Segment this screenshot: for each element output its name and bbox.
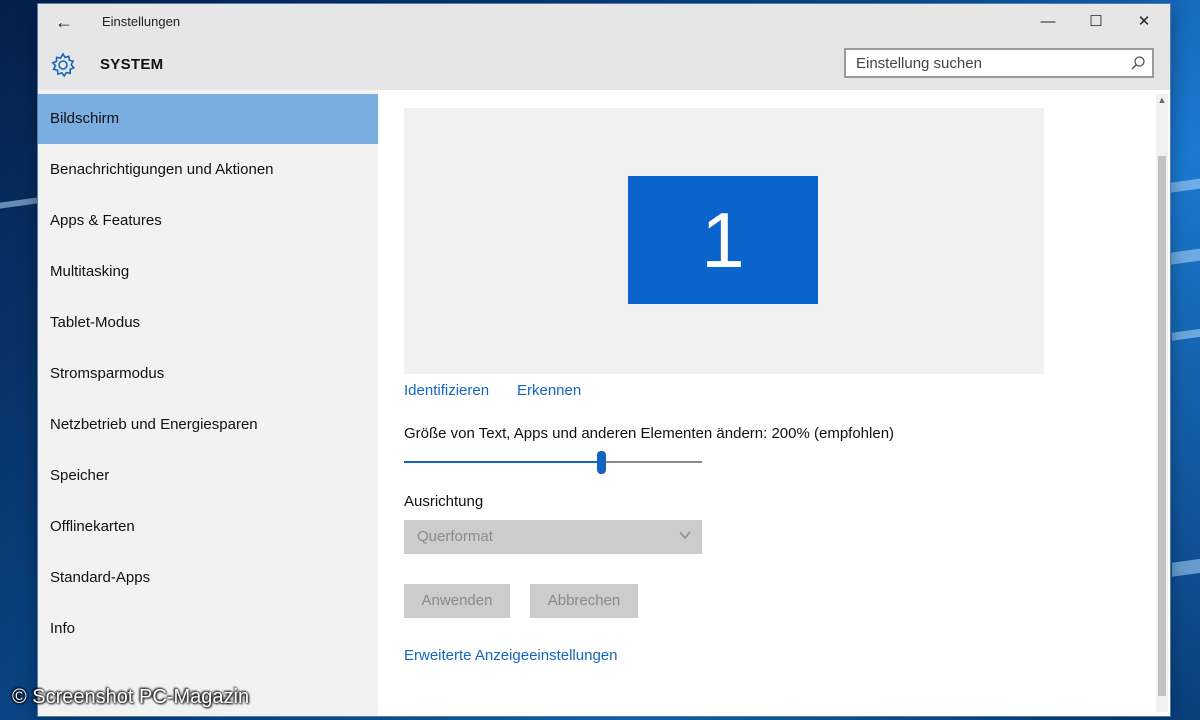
settings-window: ← Einstellungen — ☐ ✕ SYSTEM Einstellung… <box>38 4 1170 716</box>
watermark: © Screenshot PC-Magazin <box>12 686 250 708</box>
gear-icon <box>51 52 76 78</box>
scale-slider-track[interactable] <box>602 461 702 463</box>
sidebar-item-offlinekarten[interactable]: Offlinekarten <box>38 502 378 552</box>
page-header: SYSTEM Einstellung suchen <box>38 40 1170 90</box>
monitor-tile[interactable]: 1 <box>628 176 818 304</box>
chevron-down-icon <box>679 531 691 540</box>
sidebar-item-netzbetrieb[interactable]: Netzbetrieb und Energiesparen <box>38 400 378 450</box>
display-settings-panel: 1 Identifizieren Erkennen Größe von Text… <box>378 90 1170 716</box>
search-placeholder: Einstellung suchen <box>856 55 982 72</box>
sidebar-item-standard-apps[interactable]: Standard-Apps <box>38 553 378 603</box>
scale-slider-thumb[interactable] <box>597 451 606 474</box>
title-bar: ← Einstellungen — ☐ ✕ <box>38 4 1170 40</box>
minimize-button[interactable]: — <box>1024 4 1072 40</box>
sidebar-item-tablet-modus[interactable]: Tablet-Modus <box>38 298 378 348</box>
sidebar-item-bildschirm[interactable]: Bildschirm <box>38 94 378 144</box>
search-icon[interactable] <box>1130 55 1146 71</box>
scrollbar-thumb[interactable] <box>1158 156 1166 696</box>
orientation-value: Querformat <box>417 528 493 545</box>
sidebar-item-multitasking[interactable]: Multitasking <box>38 247 378 297</box>
sidebar-nav: Bildschirm Benachrichtigungen und Aktion… <box>38 90 378 716</box>
vertical-scrollbar[interactable]: ▲ <box>1156 94 1168 712</box>
orientation-label: Ausrichtung <box>404 493 484 510</box>
page-title: SYSTEM <box>100 56 164 73</box>
scale-label: Größe von Text, Apps und anderen Element… <box>404 425 895 442</box>
scroll-up-arrow-icon[interactable]: ▲ <box>1156 94 1168 106</box>
wallpaper-light-streak <box>1170 247 1200 265</box>
wallpaper-light-streak <box>1172 327 1200 341</box>
wallpaper-light-streak <box>1170 177 1200 193</box>
sidebar-item-info[interactable]: Info <box>38 604 378 654</box>
identify-link[interactable]: Identifizieren <box>404 382 489 399</box>
sidebar-item-benachrichtigungen[interactable]: Benachrichtigungen und Aktionen <box>38 145 378 195</box>
apply-button[interactable]: Anwenden <box>404 584 510 618</box>
scale-slider-filled <box>404 461 602 463</box>
display-arrangement-area: 1 <box>404 108 1044 374</box>
window-title: Einstellungen <box>102 14 181 29</box>
maximize-button[interactable]: ☐ <box>1072 4 1120 40</box>
close-button[interactable]: ✕ <box>1120 4 1168 40</box>
detect-link[interactable]: Erkennen <box>517 382 581 399</box>
back-arrow-icon[interactable]: ← <box>52 10 76 34</box>
cancel-button[interactable]: Abbrechen <box>530 584 638 618</box>
search-input[interactable]: Einstellung suchen <box>844 48 1154 78</box>
advanced-display-settings-link[interactable]: Erweiterte Anzeigeeinstellungen <box>404 647 617 664</box>
sidebar-item-stromsparmodus[interactable]: Stromsparmodus <box>38 349 378 399</box>
wallpaper-light-streak <box>1172 557 1200 577</box>
wallpaper-light-streak <box>0 197 38 209</box>
orientation-dropdown[interactable]: Querformat <box>404 520 702 554</box>
sidebar-item-speicher[interactable]: Speicher <box>38 451 378 501</box>
sidebar-item-apps-features[interactable]: Apps & Features <box>38 196 378 246</box>
